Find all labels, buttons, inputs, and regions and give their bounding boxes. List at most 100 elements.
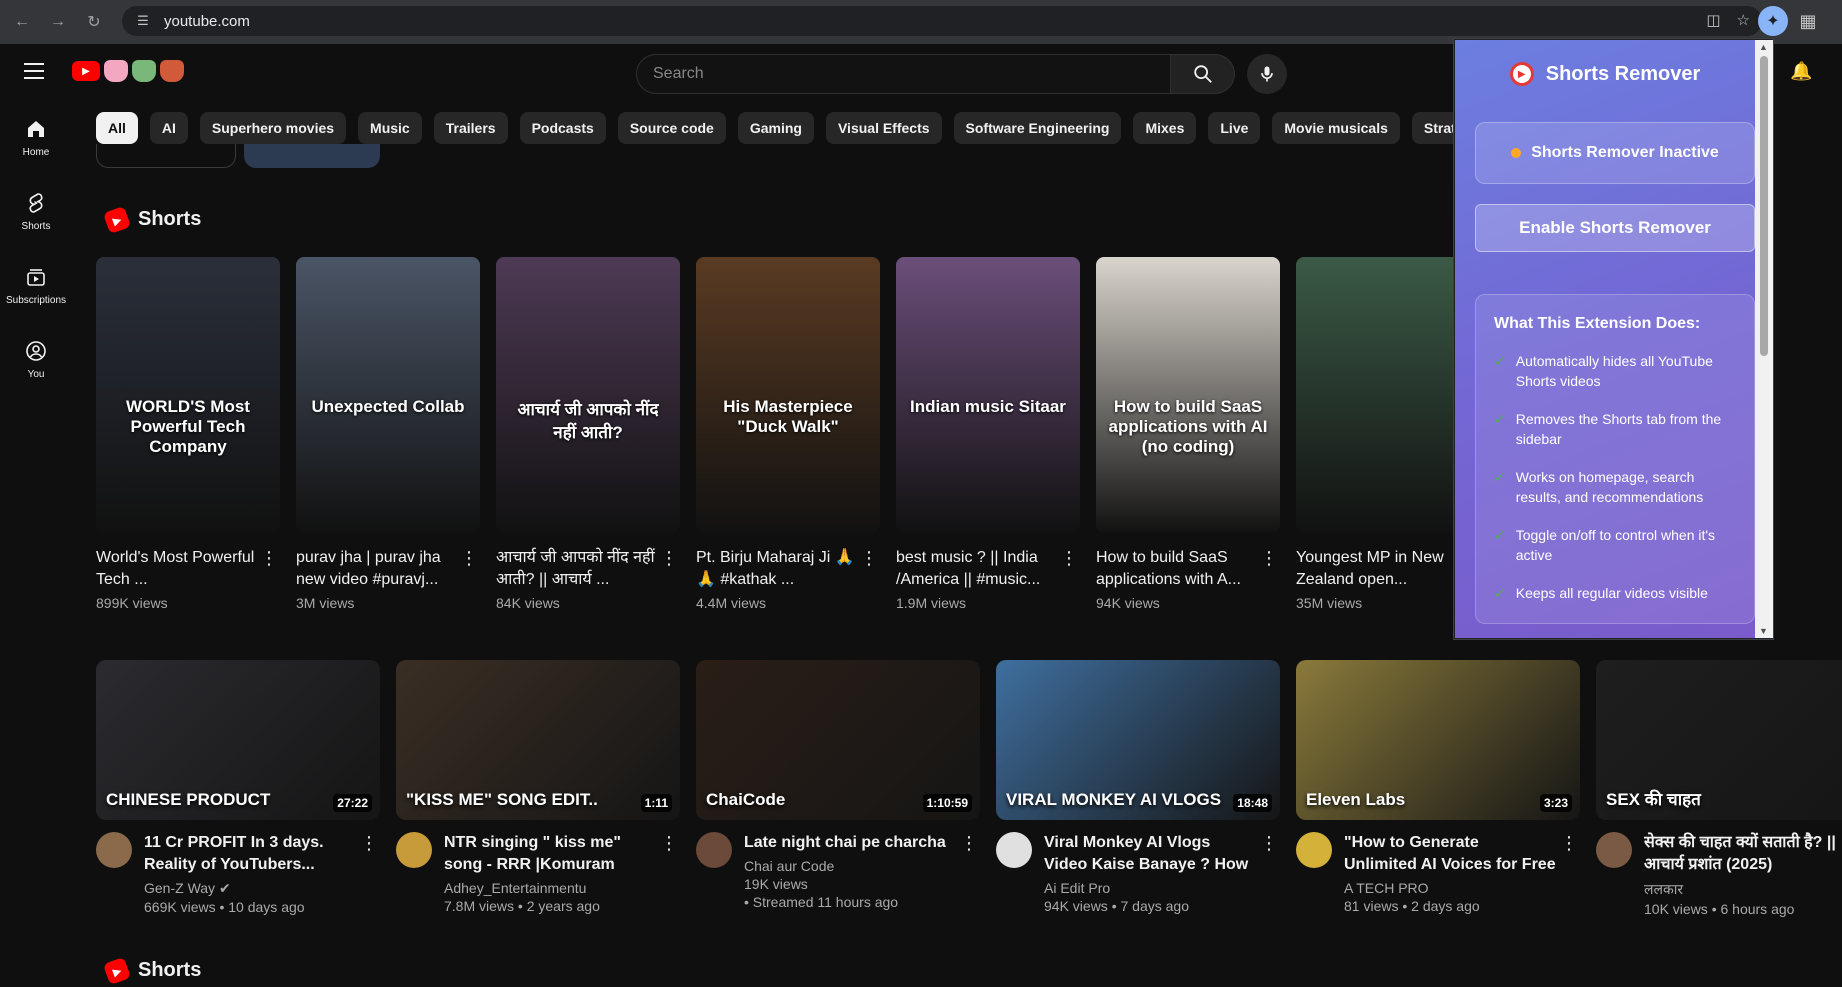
- video-thumbnail[interactable]: "KISS ME" SONG EDIT.. 1:11: [396, 660, 680, 820]
- short-card[interactable]: Indian music Sitaar best music ? || India…: [896, 257, 1080, 617]
- filter-chip[interactable]: Music: [358, 112, 422, 144]
- voice-search-button[interactable]: [1247, 54, 1287, 94]
- video-thumbnail[interactable]: ChaiCode 1:10:59: [696, 660, 980, 820]
- more-actions-icon[interactable]: ⋮: [860, 547, 878, 569]
- short-title[interactable]: आचार्य जी आपको नींद नहीं आती? || आचार्य …: [496, 547, 656, 591]
- search-input[interactable]: [653, 65, 1170, 83]
- more-actions-icon[interactable]: ⋮: [660, 547, 678, 569]
- guide-item-you[interactable]: You: [0, 322, 72, 396]
- more-actions-icon[interactable]: ⋮: [1260, 547, 1278, 569]
- filter-chip[interactable]: All: [96, 112, 138, 144]
- channel-avatar[interactable]: [1296, 832, 1332, 868]
- filter-chip[interactable]: Movie musicals: [1272, 112, 1400, 144]
- filter-chip[interactable]: Gaming: [737, 112, 814, 144]
- more-actions-icon[interactable]: ⋮: [460, 547, 478, 569]
- video-title[interactable]: Viral Monkey AI Vlogs Video Kaise Banaye…: [1044, 832, 1256, 876]
- short-title[interactable]: Youngest MP in New Zealand open...: [1296, 547, 1456, 591]
- channel-name[interactable]: Chai aur Code: [744, 858, 956, 874]
- video-thumbnail[interactable]: Eleven Labs 3:23: [1296, 660, 1580, 820]
- filter-chip[interactable]: Visual Effects: [825, 112, 942, 144]
- short-thumbnail[interactable]: Indian music Sitaar: [896, 257, 1080, 533]
- address-bar[interactable]: ☰ youtube.com ◫ ☆: [122, 6, 1762, 36]
- filter-chip[interactable]: Superhero movies: [199, 112, 347, 144]
- more-actions-icon[interactable]: ⋮: [660, 832, 678, 854]
- short-title[interactable]: How to build SaaS applications with A...: [1096, 547, 1256, 591]
- channel-name[interactable]: Ai Edit Pro: [1044, 880, 1256, 896]
- short-title[interactable]: best music ? || India /America || #music…: [896, 547, 1056, 591]
- channel-avatar[interactable]: [996, 832, 1032, 868]
- notifications-bell-icon[interactable]: 🔔: [1790, 61, 1812, 82]
- short-thumbnail[interactable]: WORLD'S Most Powerful Tech Company: [96, 257, 280, 533]
- scrollbar-thumb[interactable]: [1760, 56, 1768, 356]
- extensions-puzzle-icon[interactable]: ▦: [1795, 8, 1821, 34]
- video-card[interactable]: VIRAL MONKEY AI VLOGS 18:48 Viral Monkey A…: [996, 660, 1280, 917]
- filter-chip[interactable]: AI: [149, 112, 188, 144]
- video-card[interactable]: Eleven Labs 3:23 "How to Generate Unlimite…: [1296, 660, 1580, 917]
- bookmark-star-icon[interactable]: ☆: [1737, 11, 1750, 29]
- back-icon[interactable]: ←: [8, 8, 36, 36]
- short-thumbnail[interactable]: His Masterpiece "Duck Walk": [696, 257, 880, 533]
- scroll-down-icon[interactable]: ▼: [1759, 626, 1768, 636]
- channel-avatar[interactable]: [696, 832, 732, 868]
- popup-scrollbar[interactable]: ▲ ▼: [1755, 40, 1773, 638]
- channel-avatar[interactable]: [1596, 832, 1632, 868]
- channel-avatar[interactable]: [96, 832, 132, 868]
- more-actions-icon[interactable]: ⋮: [1560, 832, 1578, 854]
- site-info-icon[interactable]: ☰: [134, 12, 152, 30]
- video-card[interactable]: SEX की चाहत सेक्स की चाहत क्यों सताती है?…: [1596, 660, 1842, 917]
- short-title[interactable]: World's Most Powerful Tech ...: [96, 547, 256, 591]
- guide-item-home[interactable]: Home: [0, 100, 72, 174]
- video-card[interactable]: ChaiCode 1:10:59 Late night chai pe charch…: [696, 660, 980, 917]
- video-title[interactable]: सेक्स की चाहत क्यों सताती है? || आचार्य …: [1644, 832, 1842, 876]
- guide-item-subscriptions[interactable]: Subscriptions: [0, 248, 72, 322]
- more-actions-icon[interactable]: ⋮: [960, 832, 978, 854]
- video-title[interactable]: "How to Generate Unlimited AI Voices for…: [1344, 832, 1556, 876]
- short-thumbnail[interactable]: How to build SaaS applications with AI (…: [1096, 257, 1280, 533]
- reload-icon[interactable]: ↻: [80, 8, 108, 36]
- filter-chip[interactable]: Mixes: [1133, 112, 1197, 144]
- guide-item-shorts[interactable]: Shorts: [0, 174, 72, 248]
- filter-chip[interactable]: Software Engineering: [953, 112, 1122, 144]
- channel-name[interactable]: Gen-Z Way ✔: [144, 880, 356, 897]
- search-icon: [1193, 65, 1212, 83]
- channel-name[interactable]: ललकार: [1644, 880, 1842, 899]
- more-actions-icon[interactable]: ⋮: [260, 547, 278, 569]
- video-title[interactable]: Late night chai pe charcha: [744, 832, 956, 854]
- short-card[interactable]: How to build SaaS applications with AI (…: [1096, 257, 1280, 617]
- video-title[interactable]: NTR singing " kiss me" song - RRR |Komur…: [444, 832, 656, 876]
- search-box[interactable]: [636, 54, 1171, 94]
- filter-chip[interactable]: Live: [1208, 112, 1261, 144]
- short-thumbnail[interactable]: Unexpected Collab: [296, 257, 480, 533]
- install-app-icon[interactable]: ◫: [1706, 11, 1720, 29]
- video-thumbnail[interactable]: VIRAL MONKEY AI VLOGS 18:48: [996, 660, 1280, 820]
- filter-chip[interactable]: Podcasts: [519, 112, 606, 144]
- video-card[interactable]: CHINESE PRODUCT 27:22 11 Cr PROFIT In 3 da…: [96, 660, 380, 917]
- short-title[interactable]: Pt. Birju Maharaj Ji 🙏🙏 #kathak ...: [696, 547, 856, 591]
- video-card[interactable]: "KISS ME" SONG EDIT.. 1:11 NTR singing " k…: [396, 660, 680, 917]
- short-card[interactable]: His Masterpiece "Duck Walk" Pt. Birju Mah…: [696, 257, 880, 617]
- filter-chip[interactable]: Trailers: [433, 112, 508, 144]
- more-actions-icon[interactable]: ⋮: [1060, 547, 1078, 569]
- shorts-remover-extension-icon[interactable]: ✦: [1758, 6, 1788, 36]
- short-card[interactable]: WORLD'S Most Powerful Tech Company World'…: [96, 257, 280, 617]
- menu-icon[interactable]: [24, 63, 44, 79]
- short-card[interactable]: Unexpected Collab purav jha | purav jha n…: [296, 257, 480, 617]
- scroll-up-icon[interactable]: ▲: [1759, 42, 1768, 52]
- url-text[interactable]: youtube.com: [164, 13, 250, 30]
- more-actions-icon[interactable]: ⋮: [360, 832, 378, 854]
- filter-chip[interactable]: Source code: [617, 112, 726, 144]
- video-thumbnail[interactable]: SEX की चाहत: [1596, 660, 1842, 820]
- channel-name[interactable]: Adhey_Entertainmentu: [444, 880, 656, 896]
- video-title[interactable]: 11 Cr PROFIT In 3 days. Reality of YouTu…: [144, 832, 356, 876]
- search-button[interactable]: [1171, 54, 1235, 94]
- enable-shorts-remover-button[interactable]: Enable Shorts Remover: [1475, 204, 1755, 252]
- channel-avatar[interactable]: [396, 832, 432, 868]
- video-thumbnail[interactable]: CHINESE PRODUCT 27:22: [96, 660, 380, 820]
- short-thumbnail[interactable]: आचार्य जी आपको नींद नहीं आती?: [496, 257, 680, 533]
- channel-name[interactable]: A TECH PRO: [1344, 880, 1556, 896]
- short-title[interactable]: purav jha | purav jha new video #puravj.…: [296, 547, 456, 591]
- short-card[interactable]: आचार्य जी आपको नींद नहीं आती? आचार्य जी आ…: [496, 257, 680, 617]
- forward-icon[interactable]: →: [44, 8, 72, 36]
- more-actions-icon[interactable]: ⋮: [1260, 832, 1278, 854]
- youtube-logo[interactable]: ▶: [72, 60, 184, 82]
